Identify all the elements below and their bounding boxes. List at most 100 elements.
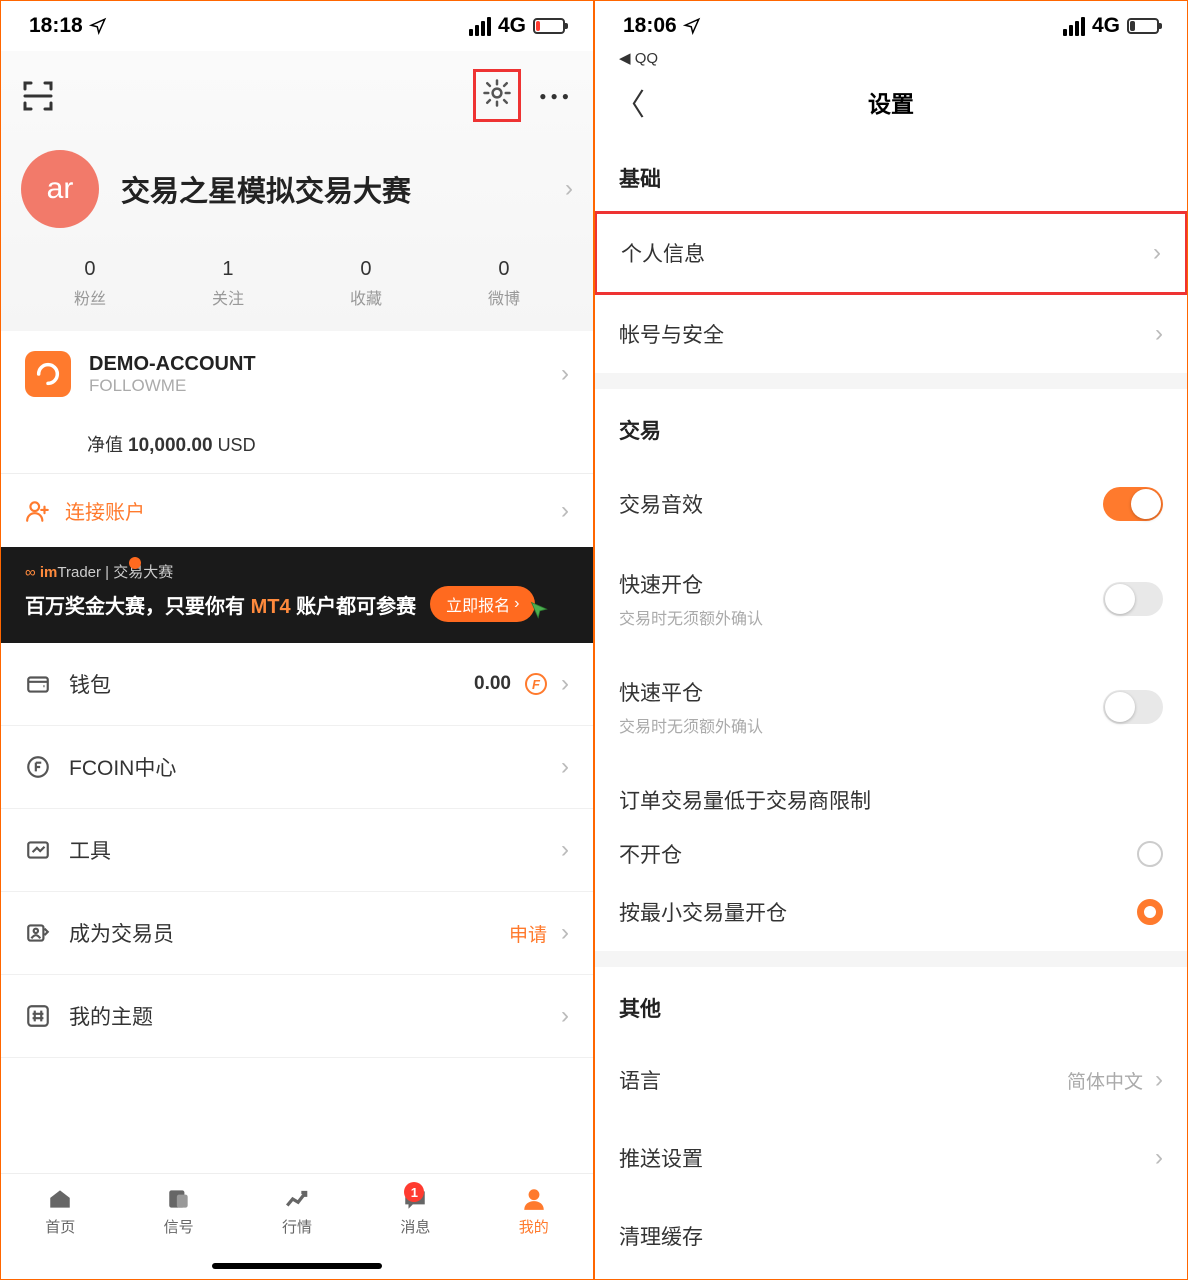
signal-icon xyxy=(469,17,491,36)
stat-fans[interactable]: 0粉丝 xyxy=(74,258,106,309)
chevron-right-icon: › xyxy=(1155,320,1163,348)
section-other: 其他 xyxy=(595,967,1187,1041)
section-gap xyxy=(595,373,1187,389)
menu-fcoin[interactable]: FCOIN中心 › xyxy=(1,726,593,809)
back-button[interactable]: 〈 xyxy=(615,80,645,124)
home-indicator[interactable] xyxy=(212,1263,382,1269)
row-order-limit: 订单交易量低于交易商限制 xyxy=(595,761,1187,825)
broker-icon xyxy=(25,351,71,397)
profile-screen: 18:18 4G ●●● ar xyxy=(0,0,594,1280)
row-trade-sound[interactable]: 交易音效 xyxy=(595,463,1187,545)
page-title: 设置 xyxy=(595,85,1187,119)
section-basic: 基础 xyxy=(595,137,1187,211)
row-push[interactable]: 推送设置 › xyxy=(595,1119,1187,1197)
nav-bar: 〈 设置 xyxy=(595,67,1187,137)
network-label: 4G xyxy=(1092,14,1120,38)
home-icon xyxy=(45,1186,75,1212)
row-security[interactable]: 帐号与安全 › xyxy=(595,295,1187,373)
settings-button-highlight xyxy=(473,69,521,122)
trader-icon xyxy=(25,920,51,946)
scan-icon[interactable] xyxy=(21,79,55,113)
row-cache[interactable]: 清理缓存 xyxy=(595,1197,1187,1259)
status-time: 18:06 xyxy=(623,14,677,38)
user-icon xyxy=(519,1186,549,1212)
chevron-right-icon: › xyxy=(561,836,569,864)
chevron-right-icon: › xyxy=(1155,1066,1163,1094)
hashtag-icon xyxy=(25,1003,51,1029)
link-account-row[interactable]: 连接账户 › xyxy=(1,474,593,547)
tab-mine[interactable]: 我的 xyxy=(519,1186,549,1237)
radio-no-open[interactable] xyxy=(1137,841,1163,867)
section-trade: 交易 xyxy=(595,389,1187,463)
network-label: 4G xyxy=(498,14,526,38)
signal-icon xyxy=(164,1186,194,1212)
nickname: 交易之星模拟交易大赛 xyxy=(121,168,543,210)
status-bar: 18:06 4G xyxy=(595,1,1187,51)
net-value: 净值 10,000.00 USD xyxy=(1,431,593,457)
chevron-right-icon: › xyxy=(565,175,573,203)
broker-name: FOLLOWME xyxy=(89,376,256,396)
settings-screen: 18:06 4G ◀ QQ 〈 设置 基础 个人信息 › 帐号与安全 › 交易 … xyxy=(594,0,1188,1280)
chevron-right-icon: › xyxy=(561,497,569,525)
battery-icon xyxy=(1127,18,1159,34)
account-name: DEMO-ACCOUNT xyxy=(89,353,256,376)
account-card[interactable]: DEMO-ACCOUNT FOLLOWME › 净值 10,000.00 USD xyxy=(1,331,593,474)
tab-message[interactable]: 1 消息 xyxy=(400,1186,430,1237)
more-icon[interactable]: ●●● xyxy=(539,89,573,103)
tab-home[interactable]: 首页 xyxy=(45,1186,75,1237)
chart-icon xyxy=(282,1186,312,1212)
profile-row[interactable]: ar 交易之星模拟交易大赛 › xyxy=(21,150,573,228)
menu-become-trader[interactable]: 成为交易员 申请› xyxy=(1,892,593,975)
menu-topics[interactable]: 我的主题 › xyxy=(1,975,593,1058)
menu-tools[interactable]: 工具 › xyxy=(1,809,593,892)
row-language[interactable]: 语言 简体中文 › xyxy=(595,1041,1187,1119)
location-icon xyxy=(683,17,701,35)
toggle-sound[interactable] xyxy=(1103,487,1163,521)
stat-follow[interactable]: 1关注 xyxy=(212,258,244,309)
tab-market[interactable]: 行情 xyxy=(282,1186,312,1237)
chevron-right-icon: › xyxy=(1155,1144,1163,1172)
chevron-right-icon: › xyxy=(561,919,569,947)
toggle-fast-open[interactable] xyxy=(1103,582,1163,616)
signal-icon xyxy=(1063,17,1085,36)
add-user-icon xyxy=(25,498,51,524)
promo-banner[interactable]: ∞ imTrader | 交易大赛 百万奖金大赛，只要你有 MT4 账户都可参赛… xyxy=(1,547,593,643)
back-to-app[interactable]: ◀ QQ xyxy=(595,49,1187,67)
banner-text: 百万奖金大赛，只要你有 MT4 账户都可参赛 xyxy=(25,590,416,619)
profile-row-highlight: 个人信息 › xyxy=(594,211,1188,295)
row-min-open[interactable]: 按最小交易量开仓 xyxy=(595,883,1187,951)
wallet-icon xyxy=(25,671,51,697)
profile-header: ●●● ar 交易之星模拟交易大赛 › 0粉丝 1关注 0收藏 0微博 xyxy=(1,51,593,331)
status-bar: 18:18 4G xyxy=(1,1,593,51)
status-time: 18:18 xyxy=(29,14,83,38)
battery-icon xyxy=(533,18,565,34)
row-fast-close[interactable]: 快速平仓 交易时无须额外确认 xyxy=(595,653,1187,761)
banner-brand: ∞ imTrader | 交易大赛 xyxy=(25,561,173,582)
banner-badge-dot xyxy=(129,557,141,569)
location-icon xyxy=(89,17,107,35)
avatar: ar xyxy=(21,150,99,228)
row-fast-open[interactable]: 快速开仓 交易时无须额外确认 xyxy=(595,545,1187,653)
stat-weibo[interactable]: 0微博 xyxy=(488,258,520,309)
cursor-icon xyxy=(529,600,549,620)
section-gap xyxy=(595,951,1187,967)
menu-wallet[interactable]: 钱包 0.00F› xyxy=(1,643,593,726)
toggle-fast-close[interactable] xyxy=(1103,690,1163,724)
chevron-right-icon: › xyxy=(561,1002,569,1030)
radio-min-open[interactable] xyxy=(1137,899,1163,925)
stats-row: 0粉丝 1关注 0收藏 0微博 xyxy=(21,258,573,309)
chevron-right-icon: › xyxy=(561,670,569,698)
tools-icon xyxy=(25,837,51,863)
chevron-right-icon: › xyxy=(1153,239,1161,267)
gear-icon[interactable] xyxy=(482,78,512,108)
fcoin-center-icon xyxy=(25,754,51,780)
fcoin-icon: F xyxy=(525,673,547,695)
stat-fav[interactable]: 0收藏 xyxy=(350,258,382,309)
chevron-right-icon: › xyxy=(561,360,569,388)
row-no-open[interactable]: 不开仓 xyxy=(595,825,1187,883)
tab-signal[interactable]: 信号 xyxy=(164,1186,194,1237)
chevron-right-icon: › xyxy=(561,753,569,781)
link-account-label: 连接账户 xyxy=(65,496,145,525)
banner-cta-button[interactable]: 立即报名 › xyxy=(430,586,535,622)
row-profile[interactable]: 个人信息 › xyxy=(597,214,1185,292)
